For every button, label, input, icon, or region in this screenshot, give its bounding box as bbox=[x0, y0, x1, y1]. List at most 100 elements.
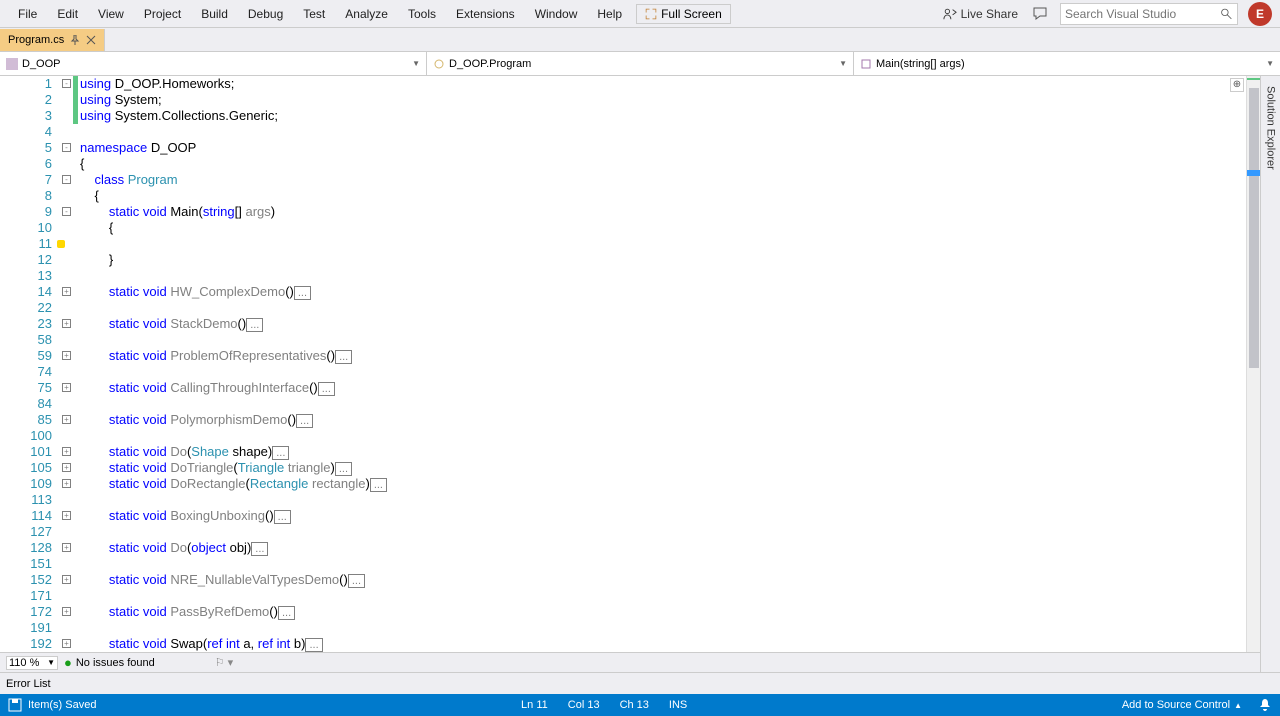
code-line[interactable] bbox=[80, 492, 1246, 508]
fold-toggle[interactable]: + bbox=[62, 511, 71, 520]
fold-toggle[interactable]: + bbox=[62, 415, 71, 424]
nav-project-dropdown[interactable]: D_OOP ▼ bbox=[0, 52, 427, 75]
search-icon[interactable] bbox=[1220, 7, 1233, 21]
menu-tools[interactable]: Tools bbox=[398, 3, 446, 25]
fold-toggle[interactable]: + bbox=[62, 351, 71, 360]
code-line[interactable]: { bbox=[80, 188, 1246, 204]
code-line[interactable]: static void Main(string[] args) bbox=[80, 204, 1246, 220]
code-line[interactable]: static void DoTriangle(Triangle triangle… bbox=[80, 460, 1246, 476]
vertical-scrollbar[interactable] bbox=[1246, 76, 1260, 652]
collapsed-region[interactable]: ... bbox=[278, 606, 295, 620]
menu-file[interactable]: File bbox=[8, 3, 47, 25]
feedback-icon[interactable] bbox=[1032, 6, 1048, 22]
code-line[interactable] bbox=[80, 428, 1246, 444]
status-line[interactable]: Ln 11 bbox=[511, 699, 558, 711]
code-line[interactable]: static void PolymorphismDemo()... bbox=[80, 412, 1246, 428]
code-line[interactable]: static void PassByRefDemo()... bbox=[80, 604, 1246, 620]
close-icon[interactable] bbox=[86, 35, 96, 45]
search-box[interactable] bbox=[1060, 3, 1238, 25]
code-line[interactable]: static void BoxingUnboxing()... bbox=[80, 508, 1246, 524]
collapsed-region[interactable]: ... bbox=[335, 350, 352, 364]
menu-project[interactable]: Project bbox=[134, 3, 191, 25]
fold-toggle[interactable]: + bbox=[62, 639, 71, 648]
code-line[interactable]: static void Do(object obj)... bbox=[80, 540, 1246, 556]
menu-analyze[interactable]: Analyze bbox=[335, 3, 398, 25]
status-ch[interactable]: Ch 13 bbox=[610, 699, 659, 711]
code-editor[interactable]: 1234567891011121314222358597475848510010… bbox=[0, 76, 1260, 652]
code-line[interactable] bbox=[80, 524, 1246, 540]
code-line[interactable]: static void DoRectangle(Rectangle rectan… bbox=[80, 476, 1246, 492]
fold-toggle[interactable]: + bbox=[62, 479, 71, 488]
code-line[interactable]: static void NRE_NullableValTypesDemo()..… bbox=[80, 572, 1246, 588]
fold-toggle[interactable]: - bbox=[62, 79, 71, 88]
zoom-dropdown[interactable]: 110 %▼ bbox=[6, 656, 58, 670]
solution-explorer-tab[interactable]: Solution Explorer bbox=[1263, 80, 1279, 176]
code-line[interactable]: using D_OOP.Homeworks; bbox=[80, 76, 1246, 92]
code-line[interactable] bbox=[80, 556, 1246, 572]
code-line[interactable] bbox=[80, 300, 1246, 316]
menu-help[interactable]: Help bbox=[587, 3, 632, 25]
menu-build[interactable]: Build bbox=[191, 3, 238, 25]
add-source-control-button[interactable]: Add to Source Control ▲ bbox=[1112, 699, 1252, 711]
code-line[interactable]: static void Swap(ref int a, ref int b)..… bbox=[80, 636, 1246, 652]
bell-icon[interactable] bbox=[1258, 698, 1272, 712]
code-line[interactable]: } bbox=[80, 252, 1246, 268]
scroll-thumb[interactable] bbox=[1249, 88, 1259, 368]
code-line[interactable] bbox=[80, 268, 1246, 284]
nav-class-dropdown[interactable]: D_OOP.Program ▼ bbox=[427, 52, 854, 75]
fullscreen-button[interactable]: Full Screen bbox=[636, 4, 731, 24]
fold-toggle[interactable]: + bbox=[62, 607, 71, 616]
menu-debug[interactable]: Debug bbox=[238, 3, 293, 25]
code-line[interactable]: using System; bbox=[80, 92, 1246, 108]
code-line[interactable] bbox=[80, 396, 1246, 412]
error-list-tab[interactable]: Error List bbox=[6, 678, 51, 690]
code-line[interactable] bbox=[80, 332, 1246, 348]
fold-toggle[interactable]: - bbox=[62, 143, 71, 152]
status-col[interactable]: Col 13 bbox=[558, 699, 610, 711]
liveshare-button[interactable]: Live Share bbox=[935, 3, 1026, 25]
collapsed-region[interactable]: ... bbox=[370, 478, 387, 492]
tab-program-cs[interactable]: Program.cs bbox=[0, 29, 105, 51]
lightbulb-icon[interactable] bbox=[57, 240, 65, 248]
collapsed-region[interactable]: ... bbox=[274, 510, 291, 524]
collapsed-region[interactable]: ... bbox=[318, 382, 335, 396]
code-line[interactable]: using System.Collections.Generic; bbox=[80, 108, 1246, 124]
fold-toggle[interactable]: + bbox=[62, 287, 71, 296]
code-line[interactable]: { bbox=[80, 220, 1246, 236]
menu-extensions[interactable]: Extensions bbox=[446, 3, 525, 25]
menu-edit[interactable]: Edit bbox=[47, 3, 88, 25]
fold-toggle[interactable]: + bbox=[62, 319, 71, 328]
code-line[interactable]: static void StackDemo()... bbox=[80, 316, 1246, 332]
collapsed-region[interactable]: ... bbox=[246, 318, 263, 332]
code-line[interactable] bbox=[80, 364, 1246, 380]
code-line[interactable]: static void HW_ComplexDemo()... bbox=[80, 284, 1246, 300]
collapsed-region[interactable]: ... bbox=[348, 574, 365, 588]
code-line[interactable]: static void ProblemOfRepresentatives()..… bbox=[80, 348, 1246, 364]
fold-toggle[interactable]: + bbox=[62, 383, 71, 392]
search-input[interactable] bbox=[1065, 7, 1220, 21]
code-line[interactable]: static void CallingThroughInterface()... bbox=[80, 380, 1246, 396]
collapsed-region[interactable]: ... bbox=[296, 414, 313, 428]
status-ins[interactable]: INS bbox=[659, 699, 697, 711]
flag-icon[interactable]: ⚐ ▾ bbox=[215, 656, 233, 669]
code-line[interactable] bbox=[80, 620, 1246, 636]
menu-view[interactable]: View bbox=[88, 3, 134, 25]
menu-window[interactable]: Window bbox=[525, 3, 588, 25]
fold-toggle[interactable]: + bbox=[62, 575, 71, 584]
collapsed-region[interactable]: ... bbox=[294, 286, 311, 300]
fold-toggle[interactable]: + bbox=[62, 543, 71, 552]
code-line[interactable]: { bbox=[80, 156, 1246, 172]
code-line[interactable] bbox=[80, 124, 1246, 140]
collapsed-region[interactable]: ... bbox=[251, 542, 268, 556]
collapsed-region[interactable]: ... bbox=[272, 446, 289, 460]
collapsed-region[interactable]: ... bbox=[335, 462, 352, 476]
pin-icon[interactable] bbox=[70, 35, 80, 45]
fold-toggle[interactable]: - bbox=[62, 175, 71, 184]
fold-toggle[interactable]: + bbox=[62, 463, 71, 472]
code-line[interactable]: static void Do(Shape shape)... bbox=[80, 444, 1246, 460]
fold-toggle[interactable]: + bbox=[62, 447, 71, 456]
nav-method-dropdown[interactable]: Main(string[] args) ▼ bbox=[854, 52, 1280, 75]
menu-test[interactable]: Test bbox=[293, 3, 335, 25]
code-line[interactable] bbox=[80, 588, 1246, 604]
avatar[interactable]: E bbox=[1248, 2, 1272, 26]
